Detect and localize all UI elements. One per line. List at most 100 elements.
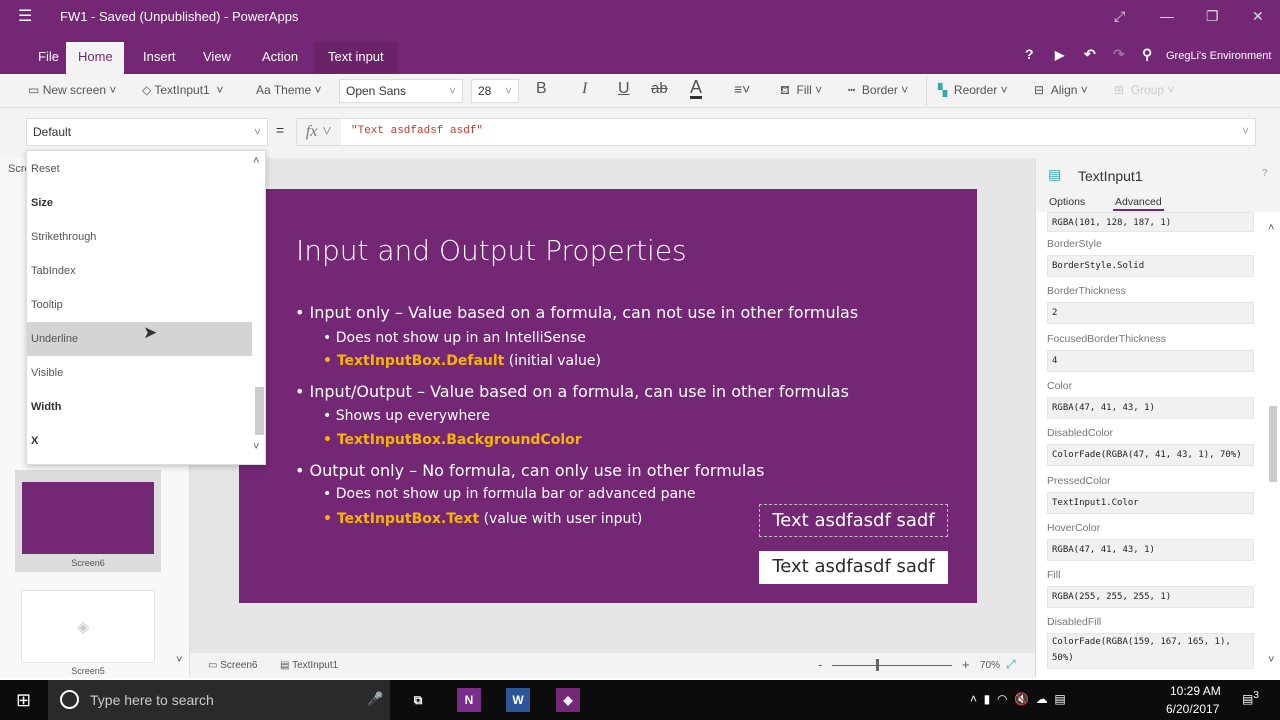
property-value[interactable]: RGBA(255, 255, 255, 1) (1047, 586, 1254, 609)
fullscreen-icon[interactable]: ⤢ (1114, 8, 1125, 25)
dropdown-item[interactable]: Underline (27, 322, 252, 356)
property-label: DisabledFill (1047, 616, 1102, 629)
tab-home[interactable]: Home (66, 42, 124, 74)
property-value[interactable]: BorderStyle.Solid (1047, 255, 1254, 277)
property-label: BorderThickness (1047, 285, 1126, 298)
property-value[interactable]: 4 (1047, 349, 1254, 372)
reorder-button[interactable]: ▚ Reorder ˅ (938, 83, 1008, 97)
breadcrumb-screen[interactable]: ▭ Screen6 (208, 660, 257, 671)
font-size-select[interactable]: 28 ˅ (471, 79, 519, 103)
zoom-out-button[interactable]: - (818, 657, 822, 672)
notifications-icon[interactable]: ▤3 (1242, 690, 1259, 706)
scroll-up-icon[interactable]: ˄ (253, 155, 259, 167)
group-icon: ⊞ (1114, 83, 1125, 97)
user-icon[interactable]: ⚲ (1142, 46, 1152, 63)
underline-button[interactable]: U (618, 80, 630, 98)
dropdown-item[interactable]: Visible (27, 356, 252, 390)
property-value[interactable]: RGBA(47, 41, 43, 1) (1047, 538, 1254, 561)
italic-button[interactable]: I (582, 80, 587, 98)
expand-formula-icon[interactable]: ˅ (1242, 124, 1249, 138)
property-value[interactable]: 2 (1047, 302, 1254, 325)
scrollbar-thumb[interactable] (255, 387, 264, 435)
theme-button[interactable]: Aa Theme ˅ (256, 83, 322, 97)
title-bar: ☰ FW1 - Saved (Unpublished) - PowerApps … (0, 0, 1280, 74)
tab-action[interactable]: Action (250, 42, 310, 74)
property-value[interactable]: ColorFade(RGBA(159, 167, 165, 1), 50%) (1047, 633, 1254, 670)
microphone-icon[interactable]: 🎤 (367, 691, 383, 707)
dropdown-item[interactable]: TabIndex (27, 254, 252, 288)
breadcrumb-control[interactable]: ▤ TextInput1 (280, 660, 338, 671)
app-placeholder-icon: ◈ (77, 619, 90, 636)
text-align-icon[interactable]: ≡˅ (734, 81, 750, 97)
screen-thumbnail-screen6[interactable]: Screen6 (15, 470, 161, 572)
dropdown-item[interactable]: X (27, 424, 252, 458)
property-value[interactable]: RGBA(101, 128, 187, 1) (1047, 212, 1254, 232)
property-value[interactable]: RGBA(47, 41, 43, 1) (1047, 396, 1254, 419)
tab-file[interactable]: File (26, 42, 71, 74)
zoom-slider[interactable] (832, 665, 952, 666)
fill-button[interactable]: ⛾ Fill ˅ (780, 83, 822, 99)
help-icon[interactable]: ? (1025, 46, 1034, 62)
close-icon[interactable]: ✕ (1252, 8, 1264, 25)
fit-to-window-icon[interactable]: ⤢ (1006, 657, 1016, 672)
ribbon: ▭ New screen ˅ ◇ TextInput1 ˅ Aa Theme ˅… (0, 74, 1280, 108)
text-input[interactable]: Text asdfasdf sadf (759, 551, 948, 584)
play-icon[interactable]: ▶ (1055, 48, 1064, 62)
taskbar-search[interactable]: Type here to search (48, 680, 390, 720)
fx-button[interactable]: fx ˅ (297, 119, 341, 145)
formula-input[interactable]: fx ˅ "Text asdfadsf asdf" ˅ (296, 118, 1256, 146)
dropdown-item[interactable]: Width (27, 390, 252, 424)
environment-label[interactable]: GregLi's Environment (1166, 50, 1271, 62)
hamburger-menu-icon[interactable]: ☰ (18, 6, 32, 26)
minimize-icon[interactable]: — (1160, 8, 1174, 24)
formula-text[interactable]: "Text asdfadsf asdf" (351, 125, 483, 137)
thumbnail-preview (22, 482, 154, 554)
scroll-down-icon[interactable]: ˅ (253, 441, 259, 453)
align-button[interactable]: ⊟ Align ˅ (1034, 83, 1088, 97)
dropdown-item[interactable]: Reset (27, 152, 252, 186)
restore-icon[interactable]: ❐ (1206, 8, 1219, 25)
font-color-button[interactable]: A (690, 78, 703, 99)
windows-start-icon[interactable]: ⊞ (16, 690, 31, 711)
border-button[interactable]: ┅ Border ˅ (848, 83, 908, 97)
onenote-icon[interactable]: N (457, 688, 481, 712)
system-tray-icons[interactable]: ˄ ▮ ◠ 🔇 ☁ ▤ (970, 692, 1066, 706)
scroll-up-icon[interactable]: ˄ (1268, 222, 1274, 234)
screen-thumbnail-screen5[interactable]: ◈ (21, 590, 155, 663)
properties-panel: ▤ TextInput1 ? Options Advanced RGBA(101… (1035, 158, 1280, 678)
redo-icon[interactable]: ↷ (1113, 46, 1125, 63)
reorder-icon: ▚ (938, 83, 948, 97)
dropdown-item[interactable]: Size (27, 186, 252, 220)
undo-icon[interactable]: ↶ (1084, 46, 1096, 63)
tab-insert[interactable]: Insert (131, 42, 188, 74)
tab-advanced[interactable]: Advanced (1113, 196, 1164, 211)
font-select[interactable]: Open Sans ˅ (339, 79, 463, 103)
cortana-icon[interactable] (60, 690, 79, 709)
dropdown-item[interactable]: Tooltip (27, 288, 252, 322)
powerapps-icon[interactable]: ◈ (556, 688, 580, 712)
clock-date[interactable]: 6/20/2017 (1166, 702, 1219, 716)
property-value[interactable]: ColorFade(RGBA(47, 41, 43, 1), 70%) (1047, 444, 1254, 467)
dropdown-item[interactable]: Strikethrough (27, 220, 252, 254)
strikethrough-button[interactable]: ab (651, 80, 668, 97)
bold-button[interactable]: B (536, 80, 547, 98)
clock-time[interactable]: 10:29 AM (1170, 684, 1221, 698)
mouse-cursor-icon: ➤ (143, 323, 158, 342)
tab-view[interactable]: View (191, 42, 243, 74)
zoom-slider-thumb[interactable] (876, 659, 879, 671)
tab-text-input[interactable]: Text input (314, 42, 398, 74)
word-icon[interactable]: W (506, 688, 530, 712)
zoom-in-button[interactable]: + (962, 657, 970, 672)
new-screen-button[interactable]: ▭ New screen ˅ (28, 83, 116, 97)
tab-options[interactable]: Options (1049, 196, 1085, 208)
scroll-down-icon[interactable]: ˅ (176, 654, 182, 666)
help-icon[interactable]: ? (1262, 168, 1268, 179)
property-value[interactable]: TextInput1.Color (1047, 491, 1254, 514)
scrollbar-thumb[interactable] (1269, 406, 1277, 482)
text-input-selected[interactable]: Text asdfasdf sadf (759, 504, 948, 537)
scroll-down-icon[interactable]: ˅ (1268, 654, 1274, 666)
property-select[interactable]: Default ˅ (26, 118, 268, 146)
divider (926, 76, 927, 106)
task-view-icon[interactable]: ⧉ (406, 688, 430, 712)
control-selector[interactable]: ◇ TextInput1 ˅ (142, 83, 223, 97)
